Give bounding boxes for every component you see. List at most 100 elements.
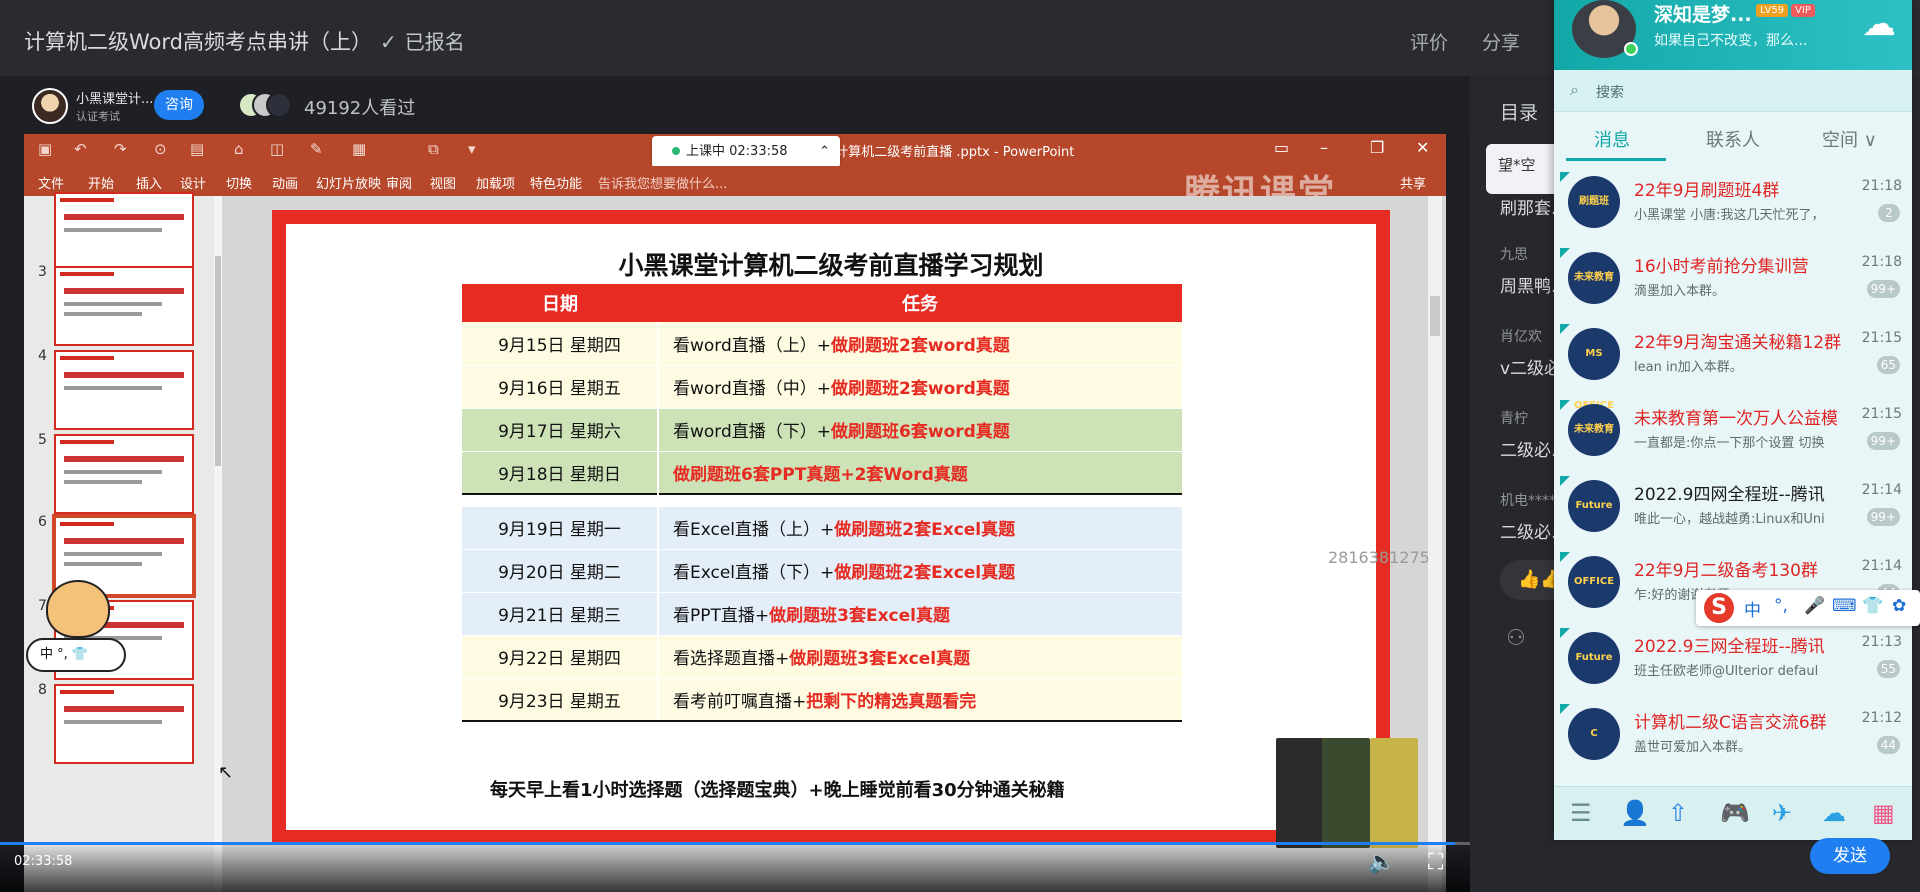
chat-list-item[interactable]: Future 2022.9三网全程班--腾讯 21:13 班主任欧老师@Ulterio… xyxy=(1554,622,1912,696)
row-date: 9月17日 星期六 xyxy=(462,408,659,452)
unread-count-badge: 44 xyxy=(1876,736,1900,754)
progress-fill xyxy=(0,842,1456,845)
slide-thumb xyxy=(54,266,194,346)
unread-count-badge: 99+ xyxy=(1866,432,1900,450)
ribbon-tab: 开始 xyxy=(88,177,115,192)
rate-link[interactable]: 评价 xyxy=(1410,28,1448,55)
app-icon[interactable]: ✈ xyxy=(1772,799,1792,827)
live-video[interactable]: ▣ ↶ ↷ ⊙ ▤ ⌂ ◫ ✎ ▦ ⧉ ▾ 9月计算机二级考前直播 .pptx … xyxy=(24,134,1446,892)
share-link[interactable]: 分享 xyxy=(1482,28,1520,55)
row-task: 看word直播（上）+做刷题班2套word真题 xyxy=(658,322,1182,366)
group-avatar: MS OFFICE xyxy=(1568,328,1620,411)
chat-name: 2022.9四网全程班--腾讯 xyxy=(1634,485,1825,505)
online-status-icon xyxy=(1624,42,1638,56)
chat-list-item[interactable]: 未来教育 16小时考前抢分集训营 21:18 滴墨加入本群。 99+ xyxy=(1554,242,1912,316)
pinned-flag-icon xyxy=(1560,324,1570,334)
teacher-bar: 小黑课堂计... 认证考试 咨询 49192人看过 xyxy=(0,76,1470,134)
viewer-avatars xyxy=(238,92,296,118)
ime-skin-icon[interactable]: 👕 xyxy=(1862,596,1883,616)
task-highlight: 做刷题班2套Excel真题 xyxy=(834,520,1016,540)
enrolled-status: ✓ 已报名 xyxy=(380,26,465,55)
row-date: 9月21日 星期三 xyxy=(462,592,659,636)
tab-space[interactable]: 空间 ∨ xyxy=(1822,126,1877,152)
live-status-text: 上课中 02:33:58 xyxy=(686,144,788,159)
teacher-avatar[interactable] xyxy=(32,88,68,124)
chat-last-message: 班主任欧老师@Ulterior defaul xyxy=(1634,664,1819,679)
ribbon-tab: 视图 xyxy=(430,177,457,192)
progress-bar[interactable] xyxy=(0,842,1470,845)
chat-list-item[interactable]: 未来教育 未来教育第一次万人公益模 21:15 一直都是:你点一下那个设置 切换 99+ xyxy=(1554,394,1912,468)
send-button[interactable]: 发送 xyxy=(1810,838,1890,874)
book-cover xyxy=(1370,738,1418,848)
task-text: 看PPT直播+ xyxy=(673,606,770,626)
row-date: 9月15日 星期四 xyxy=(462,322,659,366)
qq-nickname[interactable]: 深知是梦... xyxy=(1654,0,1752,27)
format-icon: ▦ xyxy=(352,140,367,158)
apps-grid-icon[interactable]: ▦ xyxy=(1872,799,1895,827)
menu-icon[interactable]: ☰ xyxy=(1570,799,1592,827)
pinned-flag-icon xyxy=(1560,172,1570,182)
brush-icon: ✎ xyxy=(310,140,323,158)
ime-chinese-toggle[interactable]: 中 xyxy=(1744,596,1761,621)
ime-keyboard-icon[interactable]: ⌨ xyxy=(1832,596,1857,616)
close-icon: ✕ xyxy=(1416,138,1430,157)
chat-list-item[interactable]: C 计算机二级C语言交流6群 21:12 盖世可爱加入本群。 44 xyxy=(1554,698,1912,772)
fullscreen-icon[interactable]: ⛶ xyxy=(1428,850,1443,875)
qq-search-bar[interactable]: ⌕ 搜索 xyxy=(1554,70,1912,112)
chat-list-item[interactable]: 刷题班 22年9月刷题班4群 21:18 小黑课堂 小唐:我这几天忙死了， 2 xyxy=(1554,166,1912,240)
table-row: 9月16日 星期五 看word直播（中）+做刷题班2套word真题 xyxy=(462,365,1182,409)
ime-tools-icon[interactable]: ✿ xyxy=(1892,596,1906,616)
thumb-number: 3 xyxy=(38,264,47,280)
viewer-avatar xyxy=(266,92,292,118)
chat-name: 22年9月二级备考130群 xyxy=(1634,561,1818,581)
chat-name: 22年9月淘宝通关秘籍12群 xyxy=(1634,333,1842,353)
ime-mic-icon[interactable]: 🎤 xyxy=(1804,596,1825,616)
live-status-pill[interactable]: 上课中 02:33:58 ⌃ xyxy=(652,136,840,168)
tab-messages[interactable]: 消息 xyxy=(1594,126,1630,152)
volume-icon[interactable]: 🔈 xyxy=(1368,850,1395,875)
ime-mini-bar: 中 °, 👕 xyxy=(26,638,126,672)
thumb-number: 4 xyxy=(38,348,47,364)
teacher-name[interactable]: 小黑课堂计... xyxy=(76,88,156,107)
slide-thumbnails: 3 4 5 6 7 8 xyxy=(24,192,222,892)
viewer-count: 49192人看过 xyxy=(304,98,416,119)
qq-window: 深知是梦... LV59 VIP 如果自己不改变，那么... ☁ ⌕ 搜索 消息 … xyxy=(1554,0,1912,840)
table-row: 9月21日 星期三 看PPT直播+做刷题班3套Excel真题 xyxy=(462,592,1182,636)
chat-list-item[interactable]: MS OFFICE 22年9月淘宝通关秘籍12群 21:15 lean in加入本群。… xyxy=(1554,318,1912,411)
level-badge: LV59 xyxy=(1756,4,1789,17)
chat-list-item[interactable]: Future 2022.9四网全程班--腾讯 21:14 唯此一心，越战越勇:Linu… xyxy=(1554,470,1912,544)
row-date: 9月18日 星期日 xyxy=(462,451,659,495)
transfer-icon[interactable]: ⇧ xyxy=(1668,799,1688,827)
catalog-title[interactable]: 目录 xyxy=(1500,98,1538,125)
table-separator xyxy=(462,493,1182,507)
sogou-logo-icon[interactable]: S xyxy=(1704,593,1734,623)
tab-contacts[interactable]: 联系人 xyxy=(1706,126,1760,152)
game-icon[interactable]: 🎮 xyxy=(1720,799,1750,827)
row-task: 看Excel直播（上）+做刷题班2套Excel真题 xyxy=(658,506,1182,550)
ribbon-tab: 切换 xyxy=(226,177,253,192)
user-icon[interactable]: ⚇ xyxy=(1506,626,1526,651)
pinned-flag-icon xyxy=(1560,552,1570,562)
table-row: 9月20日 星期二 看Excel直播（下）+做刷题班2套Excel真题 xyxy=(462,549,1182,593)
consult-button[interactable]: 咨询 xyxy=(154,90,204,120)
current-slide: 小黑课堂计算机二级考前直播学习规划 日期 任务 9月15日 星期四 看word直播… xyxy=(272,210,1418,848)
chat-time: 21:15 xyxy=(1861,406,1902,422)
unread-count-badge: 2 xyxy=(1878,204,1900,222)
slide-footer: 每天早上看1小时选择题（选择题宝典）+晚上睡觉前看30分钟通关秘籍 xyxy=(490,780,1065,801)
weather-cloud-icon[interactable]: ☁ xyxy=(1862,4,1896,44)
book-cover xyxy=(1322,738,1370,848)
check-icon: ✓ xyxy=(380,30,397,54)
ppt-share: 共享 xyxy=(1400,177,1427,192)
group-avatar: 未来教育 xyxy=(1568,404,1620,456)
cloud-icon[interactable]: ☁ xyxy=(1822,799,1846,827)
slide-scrollbar xyxy=(1428,196,1442,892)
group-avatar: C xyxy=(1568,708,1620,760)
col-date-header: 日期 xyxy=(462,284,658,322)
row-task: 做刷题班6套PPT真题+2套Word真题 xyxy=(658,451,1182,495)
add-friend-icon[interactable]: 👤 xyxy=(1620,799,1650,827)
col-task-header: 任务 xyxy=(658,284,1182,322)
chat-last-message: 一直都是:你点一下那个设置 切换 xyxy=(1634,436,1825,451)
slide-thumb xyxy=(54,434,194,514)
ime-punct-icon[interactable]: °, xyxy=(1774,596,1788,616)
qq-signature[interactable]: 如果自己不改变，那么... xyxy=(1654,30,1807,50)
